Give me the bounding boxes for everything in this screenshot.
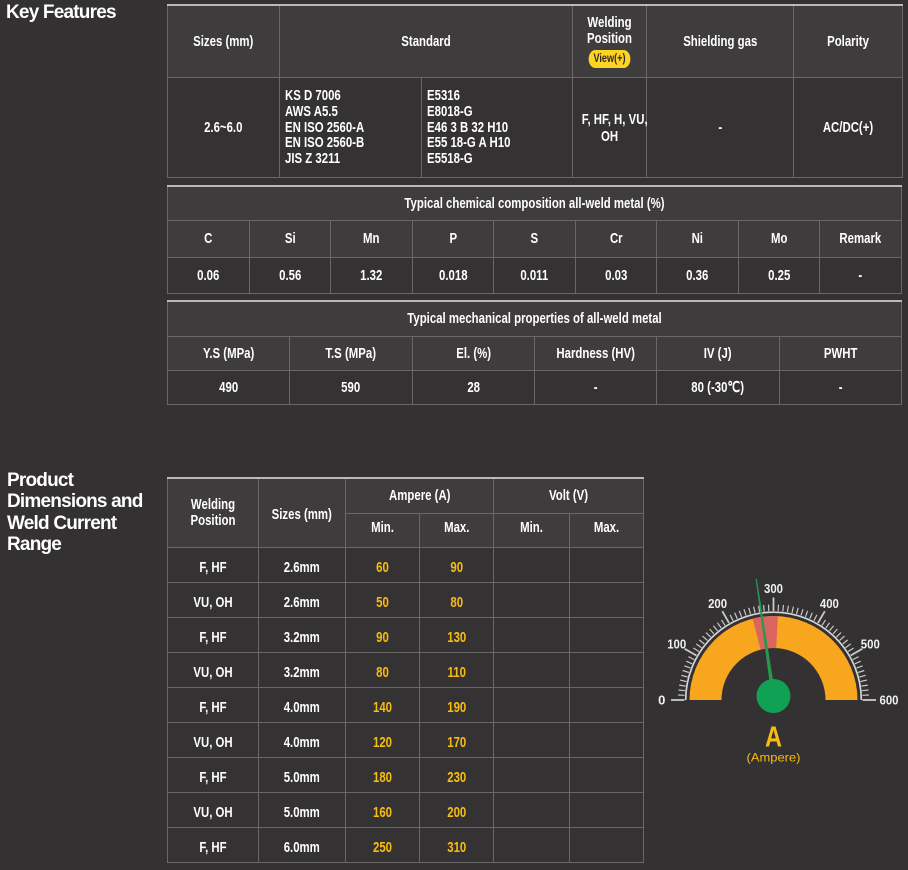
svg-text:A: A xyxy=(765,722,782,754)
svg-text:200: 200 xyxy=(708,596,727,611)
svg-text:100: 100 xyxy=(667,637,686,652)
svg-text:400: 400 xyxy=(820,596,839,611)
svg-text:0: 0 xyxy=(658,693,665,708)
svg-text:300: 300 xyxy=(764,581,783,596)
svg-text:(Ampere): (Ampere) xyxy=(747,751,801,765)
svg-text:600: 600 xyxy=(880,693,899,708)
svg-text:500: 500 xyxy=(861,637,880,652)
